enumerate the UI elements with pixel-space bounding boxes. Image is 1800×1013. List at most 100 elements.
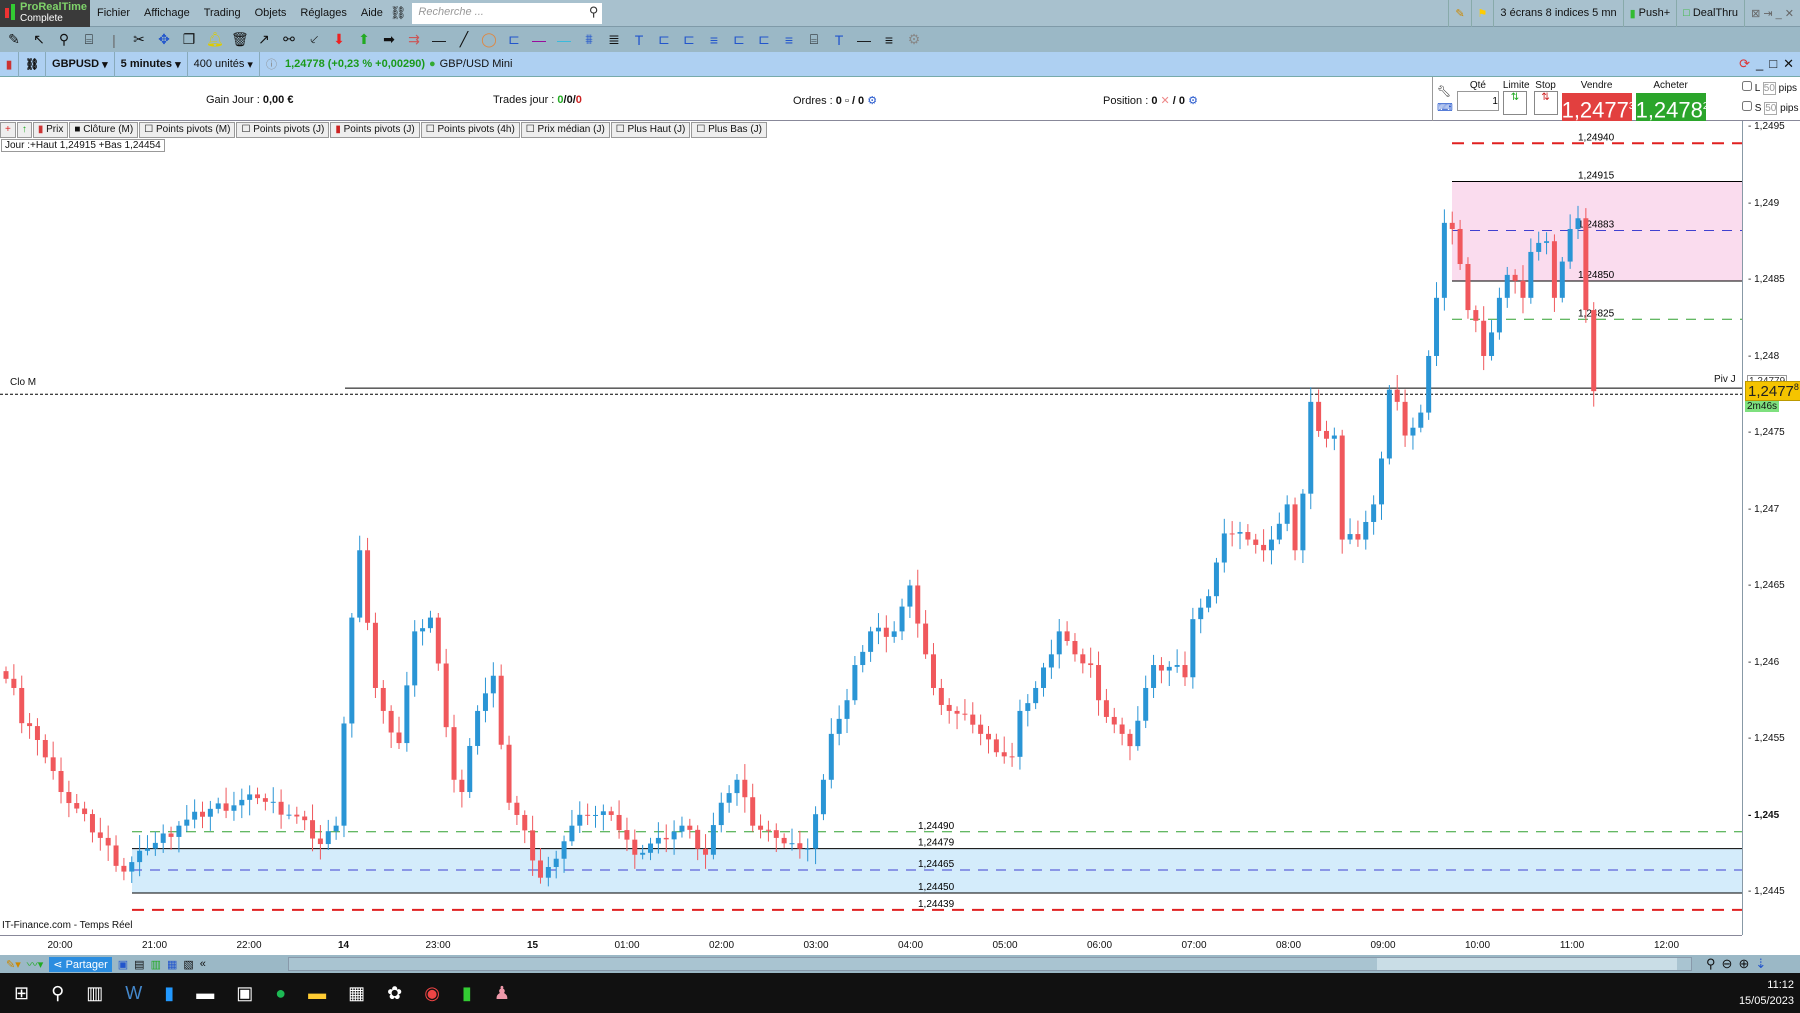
l-checkbox[interactable] [1742, 81, 1752, 91]
measure-icon[interactable]: ⌸ [806, 31, 822, 48]
box4-icon[interactable]: ⊏ [756, 31, 772, 48]
share-button[interactable]: ⋖ Partager [49, 956, 112, 972]
cyan-line-icon[interactable]: — [556, 32, 572, 48]
pencil-icon[interactable]: ✎ [1448, 0, 1470, 27]
ruler-icon[interactable]: ⌸ [81, 31, 97, 48]
calculator-icon[interactable]: ▦ [348, 983, 365, 1004]
minimize-icon[interactable]: _ [1756, 56, 1763, 72]
rect-icon[interactable]: ⊏ [506, 31, 522, 48]
orderbook-icon[interactable]: ▥ [151, 958, 161, 971]
info-icon[interactable]: ⓘ [266, 56, 277, 72]
store-icon[interactable]: ▣ [236, 983, 253, 1004]
horizontal-scrollbar[interactable] [288, 957, 1692, 971]
fan-icon[interactable]: ≣ [606, 31, 622, 48]
search-icon[interactable]: ⚲ [51, 983, 64, 1004]
search-icon[interactable]: ⚲ [589, 4, 599, 20]
add-indicator-button[interactable]: ↑ [16, 122, 32, 138]
chart-type-icon[interactable]: ▮ [0, 51, 20, 77]
indicator-icon[interactable]: 〰▾ [27, 956, 44, 972]
scrollbar-thumb[interactable] [1377, 958, 1677, 970]
window-controls[interactable]: ⊠ ⇥ _ ✕ [1744, 0, 1800, 27]
sell-button[interactable]: 1,24773 [1561, 93, 1634, 122]
s-pips-input[interactable]: 50 [1764, 102, 1778, 115]
flag-icon[interactable]: ⚑ [1470, 0, 1494, 27]
prorealtime-taskbar-icon[interactable]: ▮ [462, 983, 472, 1004]
window-icon[interactable]: ▦ [167, 958, 177, 971]
up-arrow-icon[interactable]: ⬆ [356, 31, 372, 48]
price-axis[interactable]: - 1,2445 - 1,245 - 1,2455 - 1,246 - 1,2465 - … [1742, 121, 1800, 935]
s-checkbox[interactable] [1742, 101, 1752, 111]
limit-button[interactable]: ⇅ [1502, 91, 1527, 115]
hline-icon[interactable]: — [431, 32, 447, 48]
candlestick-chart[interactable]: 1,249401,249151,248831,248501,248251,244… [0, 121, 1742, 935]
text-icon[interactable]: T [631, 32, 647, 48]
indicator-pivots-4h[interactable]: ☐ Points pivots (4h) [420, 122, 520, 138]
wrench-icon[interactable]: 🔧︎ [1437, 85, 1453, 98]
pencil-icon[interactable]: ✎▾ [6, 958, 21, 971]
maximize-icon[interactable]: □ [1769, 56, 1777, 72]
copy-icon[interactable]: ❐ [181, 31, 197, 48]
cursor-icon[interactable]: ↖ [31, 31, 47, 48]
l-pips-input[interactable]: 50 [1762, 82, 1776, 95]
gear-icon[interactable]: ⚙ [1188, 95, 1198, 107]
indicator-plus-bas[interactable]: ☐ Plus Bas (J) [691, 122, 767, 138]
zoom-icon[interactable]: ⚲ [56, 31, 72, 48]
box-icon[interactable]: ⊏ [656, 31, 672, 48]
qty-input[interactable] [1456, 91, 1499, 111]
gear-icon[interactable]: ⚙ [867, 95, 877, 107]
time-axis[interactable]: 20:00 21:00 22:00 14 23:00 15 01:00 02:00 03:00 0… [0, 935, 1742, 955]
keyboard-icon[interactable]: ⌨ [1437, 101, 1453, 114]
indicator-prix[interactable]: ▮ Prix [32, 122, 69, 138]
list-icon[interactable]: ▤ [134, 958, 144, 971]
fib3-icon[interactable]: ≡ [781, 32, 797, 48]
push-button[interactable]: ▮ Push+ [1622, 0, 1677, 27]
menu-affichage[interactable]: Affichage [137, 7, 197, 19]
circle-icon[interactable]: ◯ [481, 31, 497, 48]
chat-icon[interactable]: ▣ [118, 958, 128, 971]
file-explorer-icon[interactable]: ▬ [308, 983, 326, 1004]
move-icon[interactable]: ✥ [156, 31, 172, 48]
close-icon[interactable]: ✕ [1783, 56, 1794, 72]
dealthru-button[interactable]: □ DealThru [1676, 0, 1744, 27]
menu-reglages[interactable]: Réglages [293, 7, 353, 19]
price-chart[interactable]: 1,249401,249151,248831,248501,248251,244… [0, 121, 1742, 935]
indicator-cloture-m[interactable]: ■ Clôture (M) [69, 122, 139, 138]
settings-icon[interactable]: ⚙ [906, 31, 922, 48]
zoom-out-icon[interactable]: ⊖ [1722, 956, 1733, 972]
fib-icon[interactable]: ⩩ [581, 31, 597, 48]
indicator-pivots-j-active[interactable]: ▮ Points pivots (J) [330, 122, 420, 138]
units-select[interactable]: 400 unités ▾ [188, 51, 260, 77]
task-view-icon[interactable]: ▥ [86, 983, 103, 1004]
scroll-end-icon[interactable]: ⇣ [1755, 956, 1766, 972]
menu-aide[interactable]: Aide [354, 7, 390, 19]
word-icon[interactable]: W [125, 983, 142, 1004]
tools-icon[interactable]: ✂ [131, 31, 147, 48]
trendline-icon[interactable]: ╱ [456, 31, 472, 48]
scroll-left-icon[interactable]: « [200, 958, 206, 970]
indicator-pivots-m[interactable]: ☐ Points pivots (M) [139, 122, 236, 138]
purple-line-icon[interactable]: — [531, 32, 547, 48]
pencil-icon[interactable]: ✎ [6, 31, 22, 48]
segment-icon[interactable]: ⚯ [281, 31, 297, 48]
fib2-icon[interactable]: ≡ [706, 32, 722, 48]
indicator-prix-median[interactable]: ☐ Prix médian (J) [520, 122, 610, 138]
arrow-line-icon[interactable]: ↗ [256, 31, 272, 48]
search-input[interactable]: Recherche ... ⚲ [412, 2, 603, 24]
trash-icon[interactable]: 🗑︎ [231, 31, 249, 48]
buy-button[interactable]: 1,24782 [1635, 93, 1708, 122]
timeframe-select[interactable]: 5 minutes ▾ [115, 51, 188, 77]
indicator-plus-haut[interactable]: ☐ Plus Haut (J) [610, 122, 691, 138]
right-arrow-icon[interactable]: ➡ [381, 31, 397, 48]
app-blue-icon[interactable]: ▮ [164, 983, 174, 1004]
spotify-icon[interactable]: ● [275, 983, 286, 1004]
box2-icon[interactable]: ⊏ [681, 31, 697, 48]
down-arrow-icon[interactable]: ⬇ [331, 31, 347, 48]
menu-trading[interactable]: Trading [197, 7, 248, 19]
fib4-icon[interactable]: ≡ [881, 32, 897, 48]
box3-icon[interactable]: ⊏ [731, 31, 747, 48]
menu-objets[interactable]: Objets [248, 7, 294, 19]
stop-button[interactable]: ⇅ [1533, 91, 1558, 115]
symbol-select[interactable]: GBPUSD ▾ [46, 51, 115, 77]
alert-bell-icon[interactable]: 🔔︎ [206, 31, 224, 48]
remove-indicator-button[interactable]: + [0, 122, 16, 138]
